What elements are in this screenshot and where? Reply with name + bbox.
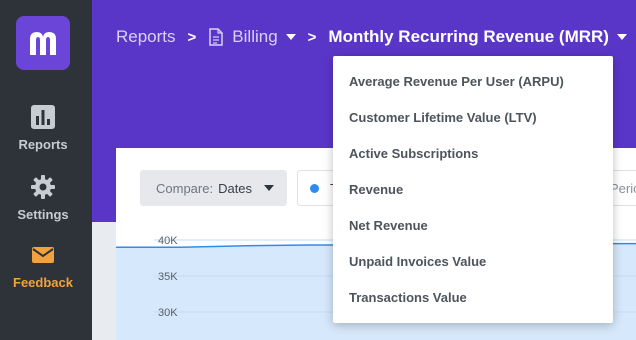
sidebar-item-label: Settings (17, 207, 69, 222)
breadcrumb-billing-label: Billing (232, 27, 278, 46)
sidebar-item-label: Feedback (13, 275, 73, 290)
logo-m-icon (30, 32, 56, 55)
chevron-down-icon (264, 185, 275, 191)
chevron-right-icon: > (307, 28, 317, 46)
sidebar-item-reports[interactable]: Reports (0, 104, 86, 154)
chevron-right-icon: > (187, 28, 197, 46)
series-legend-toggle[interactable]: T (297, 170, 338, 206)
menu-item-unpaid-invoices[interactable]: Unpaid Invoices Value (349, 254, 486, 269)
compare-dropdown[interactable]: Compare: Dates (140, 170, 287, 206)
sidebar-item-feedback[interactable]: Feedback (0, 242, 86, 292)
bar-chart-icon (31, 105, 55, 129)
menu-item-revenue[interactable]: Revenue (349, 182, 403, 197)
menu-item-ltv[interactable]: Customer Lifetime Value (LTV) (349, 110, 537, 125)
sidebar-item-label: Reports (18, 137, 68, 152)
sidebar: Reports Settings Feedback (0, 0, 92, 340)
compare-label: Compare: (156, 180, 214, 196)
breadcrumb-billing[interactable]: Billing (208, 27, 296, 47)
invoice-icon (209, 28, 224, 46)
menu-item-transactions-value[interactable]: Transactions Value (349, 290, 467, 305)
gear-icon (31, 175, 55, 199)
chevron-down-icon (285, 34, 296, 40)
menu-item-net-revenue[interactable]: Net Revenue (349, 218, 428, 233)
y-tick-label: 40K (158, 236, 178, 247)
series-color-dot (310, 184, 319, 193)
period-label: Perio (610, 181, 636, 196)
envelope-icon (32, 247, 54, 263)
breadcrumb-current-report[interactable]: Monthly Recurring Revenue (MRR) (328, 27, 627, 47)
y-tick-label: 30K (158, 307, 178, 319)
breadcrumb-reports[interactable]: Reports (116, 27, 176, 47)
breadcrumb: Reports > Billing > Monthly Recurring Re… (116, 26, 627, 48)
compare-value: Dates (218, 180, 253, 196)
chevron-down-icon (616, 34, 627, 40)
sidebar-item-settings[interactable]: Settings (0, 174, 86, 224)
app-logo[interactable] (16, 16, 70, 70)
breadcrumb-current-label: Monthly Recurring Revenue (MRR) (328, 27, 609, 46)
y-tick-label: 35K (158, 271, 178, 283)
menu-item-active-subscriptions[interactable]: Active Subscriptions (349, 146, 478, 161)
report-type-menu: Average Revenue Per User (ARPU) Customer… (333, 56, 613, 323)
menu-item-arpu[interactable]: Average Revenue Per User (ARPU) (349, 74, 564, 89)
